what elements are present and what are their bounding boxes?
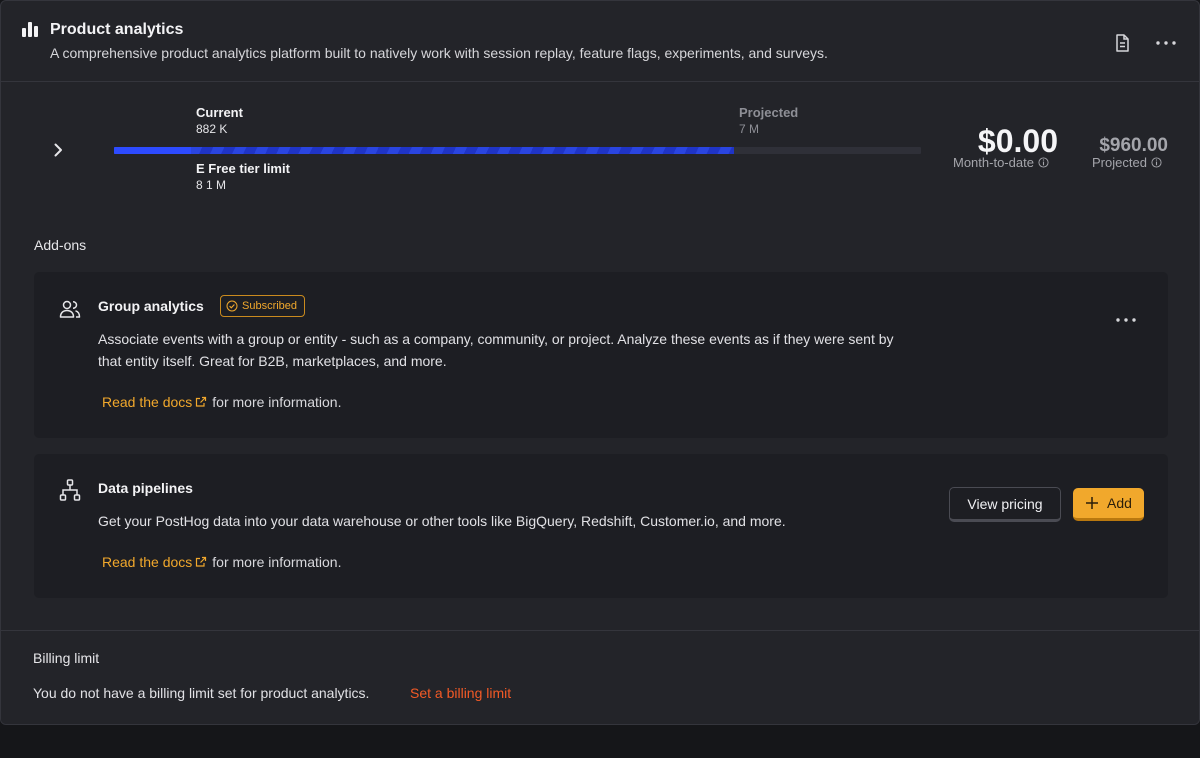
external-link-icon xyxy=(196,396,207,407)
info-icon[interactable] xyxy=(1151,157,1162,168)
addon-title: Data pipelines xyxy=(98,480,193,496)
chevron-right-icon[interactable] xyxy=(49,141,67,159)
add-addon-button[interactable]: Add xyxy=(1073,488,1144,521)
billing-limit-text: You do not have a billing limit set for … xyxy=(33,685,370,701)
addon-description: Get your PostHog data into your data war… xyxy=(98,513,786,529)
projected-value: 7 M xyxy=(739,122,760,136)
addon-description: Associate events with a group or entity … xyxy=(98,331,894,369)
info-icon[interactable] xyxy=(1038,157,1049,168)
free-tier-value: 8 1 M xyxy=(196,178,227,192)
month-to-date-caption: Month-to-date xyxy=(953,155,1049,170)
projected-label: Projected xyxy=(739,105,799,120)
people-icon xyxy=(59,300,81,318)
docs-link[interactable]: Read the docs xyxy=(102,394,208,410)
projected-amount: $960.00 xyxy=(1099,135,1168,156)
billing-limit-section: Billing limit You do not have a billing … xyxy=(1,630,1199,724)
addon-title: Group analytics xyxy=(98,298,204,314)
docs-link[interactable]: Read the docs xyxy=(102,554,208,570)
check-circle-icon xyxy=(226,300,238,312)
current-usage-fill xyxy=(114,147,191,154)
product-description: A comprehensive product analytics platfo… xyxy=(50,45,828,61)
usage-bar xyxy=(114,147,921,154)
page-title: Product analytics xyxy=(50,21,184,38)
product-header: Product analytics A comprehensive produc… xyxy=(1,1,1199,82)
view-pricing-button[interactable]: View pricing xyxy=(949,487,1061,522)
plus-icon xyxy=(1086,497,1099,509)
addon-data-pipelines: Data pipelines Get your PostHog data int… xyxy=(34,454,1168,598)
external-link-icon xyxy=(196,556,207,567)
more-icon[interactable] xyxy=(1154,32,1178,54)
current-label: Current xyxy=(196,105,243,120)
addon-docs: Read the docs for more information. xyxy=(102,394,342,410)
pipeline-icon xyxy=(59,479,81,501)
document-icon[interactable] xyxy=(1111,32,1133,54)
bar-chart-icon xyxy=(22,22,38,37)
addon-docs: Read the docs for more information. xyxy=(102,554,342,570)
status-badge: Subscribed xyxy=(220,295,306,317)
current-value: 882 K xyxy=(196,122,228,136)
addons-heading: Add-ons xyxy=(34,237,87,253)
projected-caption: Projected xyxy=(1092,155,1162,170)
more-icon[interactable] xyxy=(1113,310,1139,330)
product-card: Product analytics A comprehensive produc… xyxy=(0,0,1200,725)
projected-usage-fill xyxy=(114,147,734,154)
billing-limit-title: Billing limit xyxy=(33,650,100,666)
addon-group-analytics: Group analytics Subscribed Associate eve… xyxy=(34,272,1168,438)
set-billing-limit-link[interactable]: Set a billing limit xyxy=(410,685,511,701)
free-tier-label: E Free tier limit xyxy=(196,161,290,176)
